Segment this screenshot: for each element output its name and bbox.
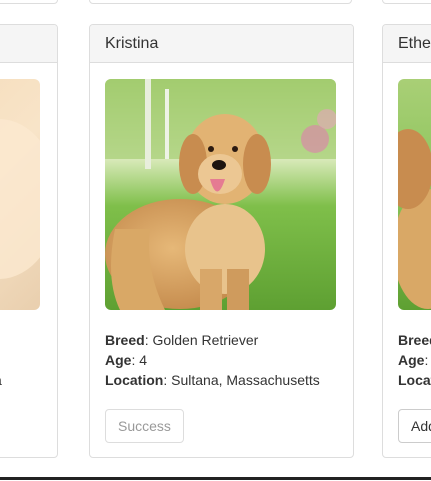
previous-row-card-stub [89,0,352,4]
dog-photo [0,79,40,310]
age-row: Age: 4 [105,350,320,370]
add-button[interactable]: Add [398,409,431,443]
location-label: Locat [398,372,431,388]
breed-row: Breed: Golden Retriever [105,330,320,350]
age-value: : [424,352,429,368]
dog-photo [105,79,336,310]
dog-card-left: a [0,24,58,458]
dog-details: Breed: Age: Locat [398,330,431,390]
dog-name: Ethe [398,35,431,52]
age-label: Age [105,352,132,368]
success-button[interactable]: Success [105,409,184,443]
dog-details: Breed: Golden Retriever Age: 4 Location:… [105,330,320,390]
breed-row: Breed: [398,330,431,350]
card-header [0,25,57,63]
dog-card-right: Ethe Breed: Age: Locat Add [382,24,431,458]
dog-photo-image [0,79,40,310]
previous-row-card-stub [382,0,431,4]
breed-value: : Golden Retriever [144,332,259,348]
age-row: Age: [398,350,431,370]
location-label: Location [105,372,164,388]
location-fragment: a [0,370,2,390]
location-row: Location: Sultana, Massachusetts [105,370,320,390]
dog-photo-image [398,79,431,310]
age-value: : 4 [131,352,148,368]
card-info: a [0,330,2,390]
golden-retriever-photo [105,79,336,310]
dog-photo [398,79,431,310]
card-header: Kristina [90,25,353,63]
breed-label: Breed [398,332,431,348]
dog-name: Kristina [105,35,159,52]
age-label: Age [398,352,425,368]
card-header: Ethe [383,25,431,63]
bottom-divider [0,477,431,480]
dog-gallery: a Kristina [0,0,431,481]
previous-row-card-stub [0,0,58,4]
dog-card-kristina: Kristina Breed: Golden Retriever Age: 4 … [89,24,354,458]
location-value: : Sultana, Massachusetts [163,372,320,388]
location-row: Locat [398,370,431,390]
breed-label: Breed [105,332,145,348]
